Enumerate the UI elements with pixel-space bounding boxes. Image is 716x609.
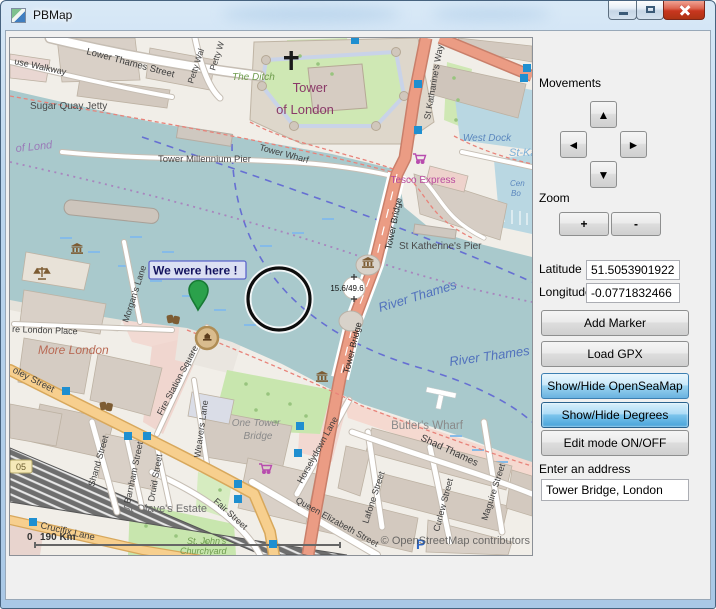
titlebar[interactable]: PBMap <box>1 1 715 30</box>
label-tesco: Tesco Express <box>390 175 455 186</box>
svg-text:We were here !: We were here ! <box>153 264 237 278</box>
map-text-annotation[interactable]: We were here ! <box>149 261 246 279</box>
longitude-input[interactable] <box>586 283 680 303</box>
latitude-label: Latitude <box>539 262 582 276</box>
label-tower-2: of London <box>276 102 334 117</box>
movements-label: Movements <box>539 76 601 90</box>
caption-buttons <box>609 1 705 20</box>
label-bo: Bo <box>511 189 521 198</box>
label-st-olaves: St Olave's Estate <box>123 503 207 515</box>
label-st-ka: St-Ka <box>509 147 532 159</box>
label-butlers-wharf: Butler's Wharf <box>391 420 464 432</box>
label-cen: Cen <box>510 179 525 188</box>
label-tower-1: Tower <box>293 80 328 95</box>
toggle-openseamap-button[interactable]: Show/Hide OpenSeaMap <box>541 373 689 399</box>
label-st-johns: St. John's <box>187 536 227 546</box>
add-marker-button[interactable]: Add Marker <box>541 310 689 336</box>
scale-zero-label: 0 <box>27 532 33 543</box>
toggle-degrees-button[interactable]: Show/Hide Degrees <box>541 402 689 428</box>
zoom-in-button[interactable]: + <box>559 212 609 236</box>
maximize-button[interactable] <box>636 1 664 20</box>
label-one-tower-1: One Tower <box>232 418 281 429</box>
latitude-input[interactable] <box>586 260 680 280</box>
app-icon <box>11 8 26 23</box>
label-churchyard: Churchyard <box>180 546 228 555</box>
titlebar-glass-reflection <box>221 5 401 23</box>
label-clearance: 15.6/49.6 <box>330 284 364 293</box>
minimize-icon <box>619 12 628 15</box>
move-right-button[interactable]: ► <box>620 131 647 158</box>
window-title: PBMap <box>33 8 72 22</box>
close-icon <box>680 5 690 15</box>
label-one-tower-2: Bridge <box>244 431 273 442</box>
maximize-icon <box>646 6 655 13</box>
longitude-label: Longitude <box>539 285 592 299</box>
move-down-button[interactable]: ▼ <box>590 161 617 188</box>
label-west-dock: West Dock <box>463 133 512 144</box>
minimize-button[interactable] <box>608 1 637 20</box>
label-the-ditch: The Ditch <box>232 72 275 83</box>
edit-mode-button[interactable]: Edit mode ON/OFF <box>541 430 689 456</box>
label-sugar-quay: Sugar Quay Jetty <box>30 101 107 112</box>
map-svg[interactable]: use Walkway Lower Thames Street Petty Wa… <box>10 38 532 555</box>
load-gpx-button[interactable]: Load GPX <box>541 341 689 367</box>
move-left-button[interactable]: ◄ <box>560 131 587 158</box>
map-attribution: © OpenStreetMap contributors <box>381 535 531 547</box>
scale-distance-label: 190 Km <box>40 532 76 543</box>
label-more-london: More London <box>38 343 109 357</box>
label-st-katherines-pier: St Katherine's Pier <box>399 241 482 252</box>
map-canvas[interactable]: use Walkway Lower Thames Street Petty Wa… <box>9 37 533 556</box>
zoom-label: Zoom <box>539 191 570 205</box>
road-shield-label: 05 <box>16 462 26 472</box>
zoom-out-button[interactable]: - <box>611 212 661 236</box>
address-input[interactable] <box>541 479 689 501</box>
label-millennium-pier: Tower Millennium Pier <box>158 154 251 165</box>
monument-icon <box>196 327 218 349</box>
titlebar-glass-reflection <box>431 7 551 21</box>
app-window: PBMap <box>0 0 716 609</box>
move-up-button[interactable]: ▲ <box>590 101 617 128</box>
address-label: Enter an address <box>539 462 630 476</box>
close-button[interactable] <box>663 1 705 20</box>
